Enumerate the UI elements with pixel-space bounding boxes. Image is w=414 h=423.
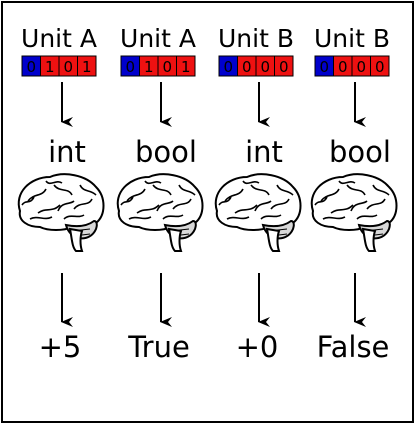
bit-value: 0 <box>260 58 270 76</box>
bit-value: 0 <box>338 58 348 76</box>
brain-icon <box>214 173 302 252</box>
column-3: Unit B0 0 0 0int+0 <box>214 24 302 364</box>
bit-value: 1 <box>82 58 92 76</box>
unit-label: Unit B <box>314 24 390 53</box>
unit-label: Unit B <box>218 24 294 53</box>
type-label: bool <box>135 135 197 169</box>
result-value: True <box>127 330 190 364</box>
bit-value: 0 <box>63 58 73 76</box>
diagram-canvas: Unit A0 1 0 1int+5Unit A0 1 0 1boolTrueUnit B0… <box>17 24 398 364</box>
bit-register: 0101 <box>21 55 97 77</box>
brain-icon <box>310 173 398 252</box>
column-1: Unit A0 1 0 1int+5 <box>17 24 105 364</box>
type-label: bool <box>329 135 391 169</box>
bit-value: 1 <box>144 58 154 76</box>
column-4: Unit B0 0 0 0boolFalse <box>310 24 398 364</box>
brain-icon <box>17 173 105 252</box>
result-value: False <box>317 330 390 364</box>
bit-value: 0 <box>26 58 36 76</box>
bit-value: 0 <box>319 58 329 76</box>
bit-register: 0000 <box>314 55 390 77</box>
bit-value: 1 <box>45 58 55 76</box>
unit-label: Unit A <box>21 24 97 53</box>
bit-value: 0 <box>162 58 172 76</box>
result-value: +0 <box>236 330 279 364</box>
type-label: int <box>48 135 86 169</box>
bit-value: 0 <box>279 58 289 76</box>
bit-value: 0 <box>223 58 233 76</box>
result-value: +5 <box>39 330 82 364</box>
bit-value: 0 <box>375 58 385 76</box>
bit-register: 0101 <box>120 55 196 77</box>
bit-value: 0 <box>242 58 252 76</box>
type-label: int <box>245 135 283 169</box>
bit-value: 1 <box>181 58 191 76</box>
bit-value: 0 <box>125 58 135 76</box>
bit-register: 0000 <box>218 55 294 77</box>
brain-icon <box>116 173 204 252</box>
column-2: Unit A0 1 0 1boolTrue <box>116 24 204 364</box>
unit-label: Unit A <box>120 24 196 53</box>
bit-value: 0 <box>356 58 366 76</box>
